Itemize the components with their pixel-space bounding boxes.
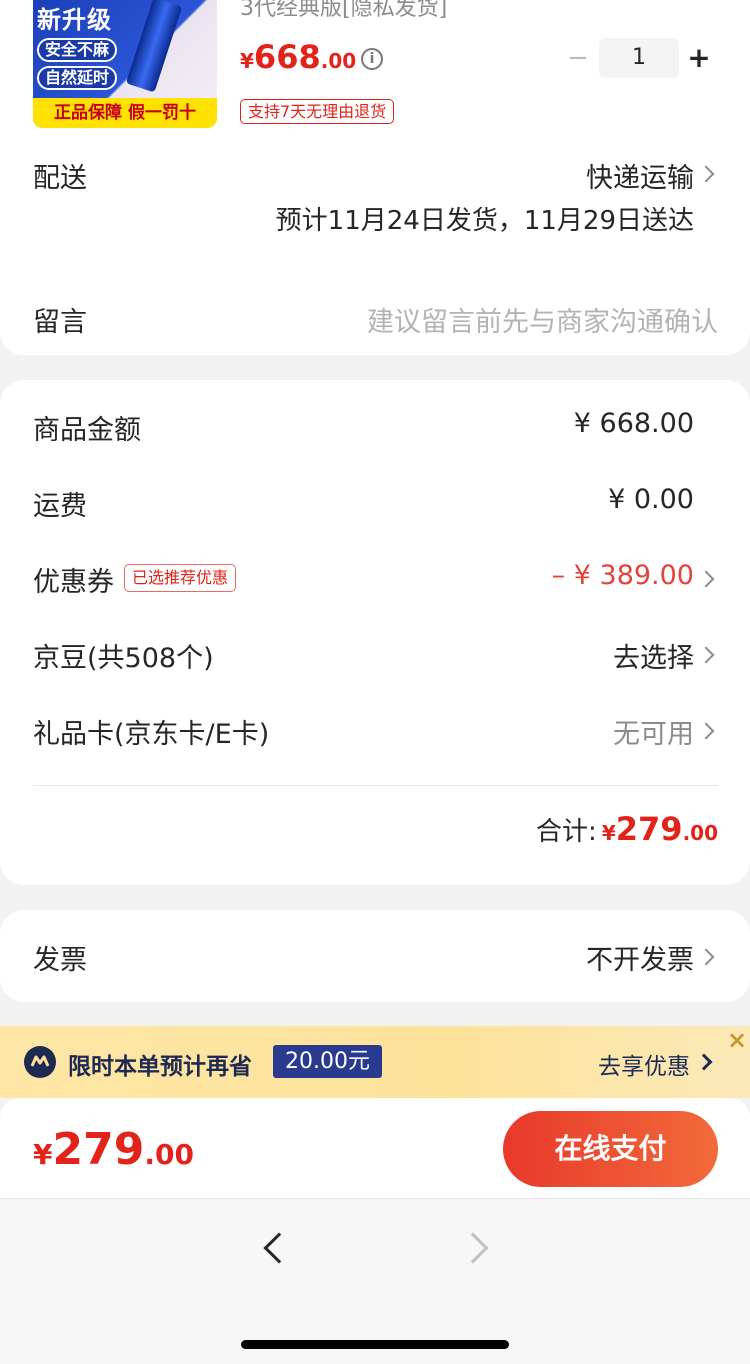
jingdou-chevron-icon[interactable]	[697, 646, 715, 664]
promo-chevron-icon[interactable]	[695, 1053, 713, 1071]
message-label: 留言	[33, 307, 87, 338]
invoice-chevron-icon[interactable]	[697, 948, 715, 966]
promo-action-link[interactable]: 去享优惠	[598, 1047, 690, 1081]
coupon-chevron-icon[interactable]	[697, 570, 715, 588]
promo-banner[interactable]: 限时本单预计再省 20.00元 去享优惠 ×	[0, 1026, 750, 1098]
jingdou-label: 京豆(共508个)	[33, 643, 214, 674]
product-image[interactable]: 新升级 安全不麻 自然延时 正品保障 假一罚十	[33, 0, 217, 128]
promo-tag-2: 自然延时	[37, 66, 118, 90]
total-symbol: ¥	[601, 821, 616, 845]
promo-amount-badge: 20.00元	[273, 1045, 382, 1078]
giftcard-label: 礼品卡(京东卡/E卡)	[33, 719, 270, 750]
summary-divider	[33, 785, 718, 786]
giftcard-value[interactable]: 无可用	[613, 712, 694, 751]
bottom-price-integer: 279	[52, 1124, 145, 1175]
quantity-plus-button[interactable]: +	[686, 38, 712, 78]
promo-banner-strip: 正品保障 假一罚十	[33, 98, 217, 128]
giftcard-chevron-icon[interactable]	[697, 722, 715, 740]
price-symbol: ¥	[240, 49, 254, 73]
forward-icon[interactable]	[457, 1232, 489, 1264]
promo-close-icon[interactable]: ×	[727, 1028, 747, 1052]
promo-title: 新升级	[37, 6, 112, 34]
delivery-estimate: 预计11月24日发货，11月29日送达	[275, 206, 694, 236]
product-card: 新升级 安全不麻 自然延时 正品保障 假一罚十 3代经典版[隐私发货] ¥668…	[0, 0, 750, 355]
jingdou-value[interactable]: 去选择	[613, 636, 694, 675]
bottom-total-price: ¥279.00	[33, 1124, 194, 1175]
total-integer: 279	[615, 810, 683, 848]
bottom-pay-bar: ¥279.00 在线支付	[0, 1098, 750, 1198]
shipping-label: 运费	[33, 491, 87, 522]
pay-online-button[interactable]: 在线支付	[503, 1111, 718, 1187]
back-icon[interactable]	[263, 1232, 295, 1264]
return-policy-tag: 支持7天无理由退货	[240, 99, 395, 124]
product-price: ¥668.00	[240, 38, 356, 76]
delivery-label: 配送	[33, 163, 87, 194]
message-input[interactable]: 建议留言前先与商家沟通确认	[367, 300, 718, 339]
promo-text: 限时本单预计再省	[68, 1054, 252, 1080]
delivery-method[interactable]: 快递运输	[586, 156, 694, 195]
shipping-value: ¥ 0.00	[608, 484, 694, 515]
promo-logo-icon	[24, 1046, 56, 1078]
total-row: 合计: ¥279.00	[536, 810, 718, 848]
price-decimal: .00	[320, 49, 357, 73]
total-decimal: .00	[682, 821, 718, 845]
quantity-minus-button[interactable]: −	[566, 38, 590, 78]
invoice-label: 发票	[33, 945, 87, 976]
info-icon[interactable]: i	[361, 48, 383, 70]
invoice-card[interactable]: 发票 不开发票	[0, 910, 750, 1002]
goods-amount-label: 商品金额	[33, 415, 141, 446]
coupon-value[interactable]: – ¥ 389.00	[552, 560, 694, 591]
product-title: 3代经典版[隐私发货]	[240, 0, 448, 21]
quantity-input[interactable]: 1	[599, 38, 679, 78]
price-integer: 668	[253, 38, 321, 76]
product-bottle-icon	[125, 0, 183, 93]
bottom-price-decimal: .00	[144, 1138, 194, 1171]
coupon-label: 优惠券	[33, 567, 114, 598]
goods-amount-value: ¥ 668.00	[573, 408, 694, 439]
promo-tag-1: 安全不麻	[37, 38, 118, 62]
delivery-chevron-icon[interactable]	[697, 165, 715, 183]
invoice-value[interactable]: 不开发票	[586, 938, 694, 977]
summary-card: 商品金额 ¥ 668.00 运费 ¥ 0.00 优惠券 已选推荐优惠 – ¥ 3…	[0, 380, 750, 885]
home-indicator	[241, 1340, 509, 1349]
coupon-tag: 已选推荐优惠	[124, 564, 237, 592]
browser-nav-bar	[0, 1198, 750, 1364]
total-label: 合计:	[535, 817, 597, 847]
bottom-price-symbol: ¥	[33, 1138, 53, 1171]
